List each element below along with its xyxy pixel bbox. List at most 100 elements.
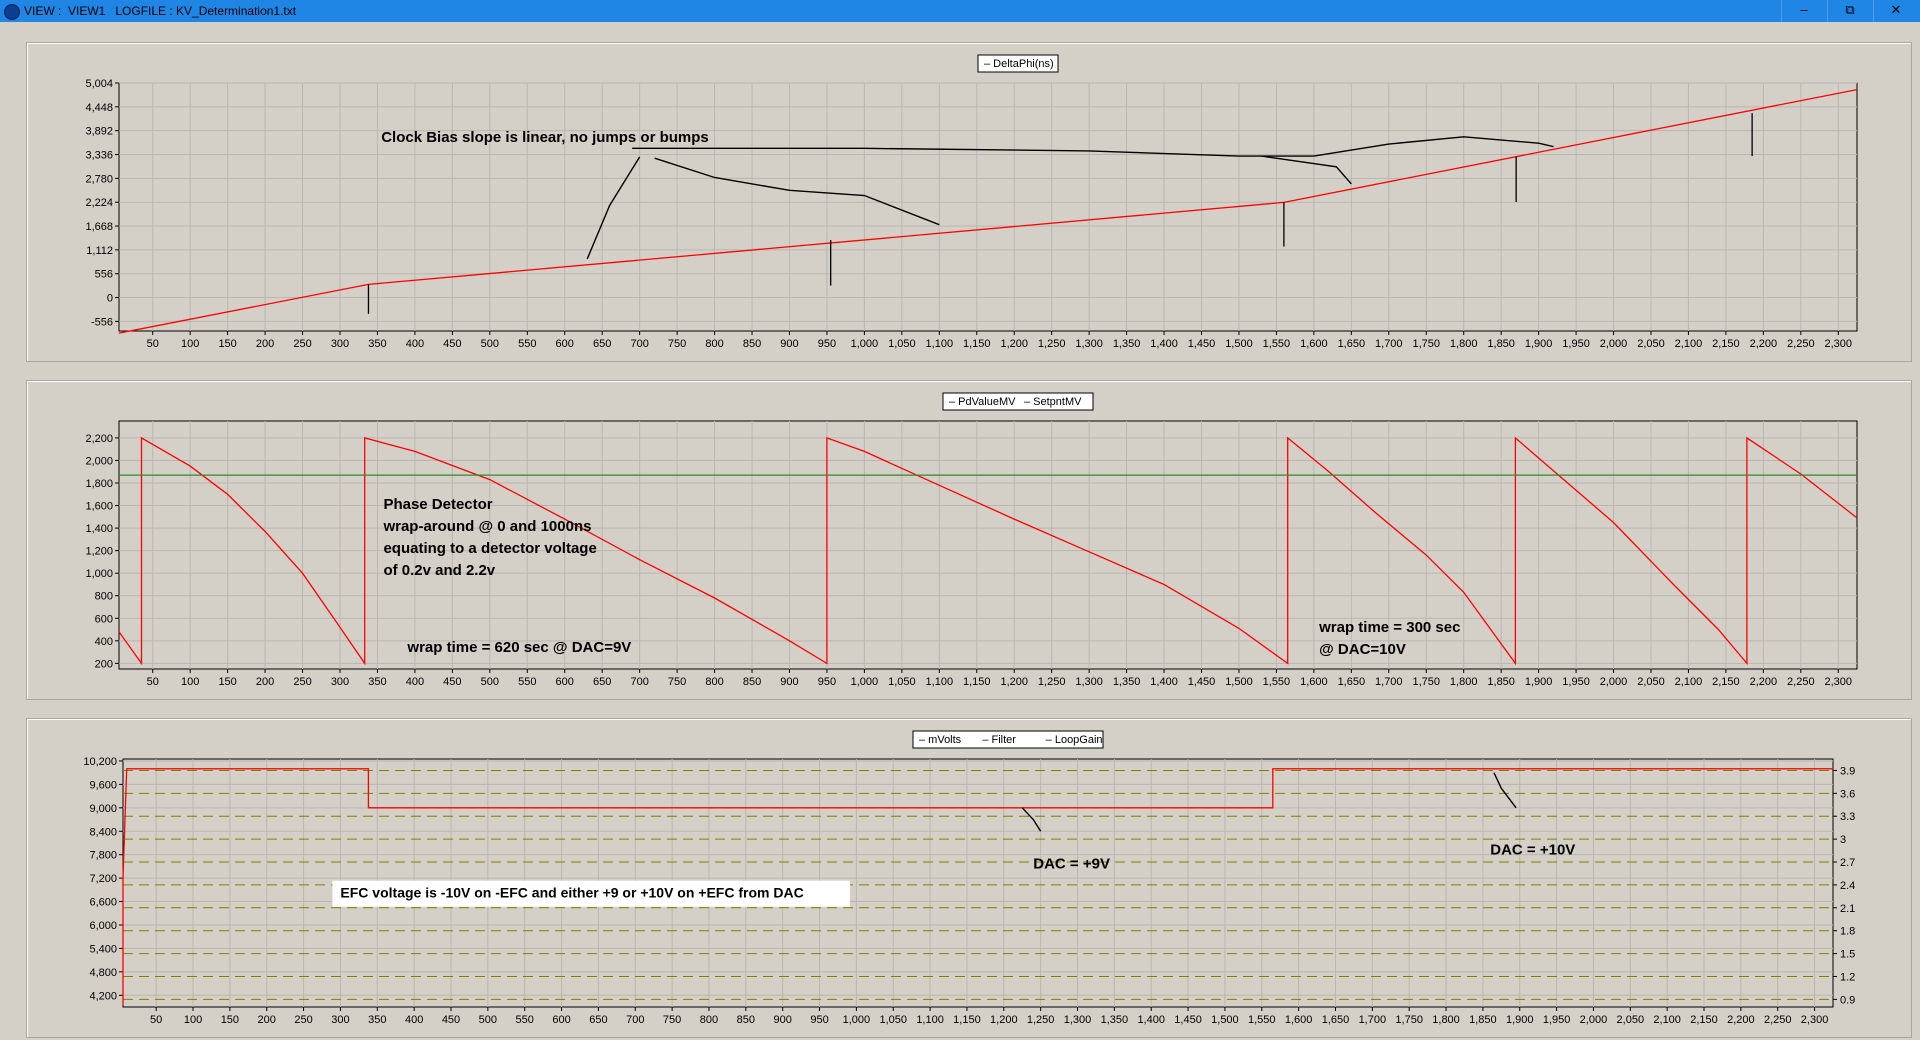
y-tick-label: 400 [95,636,113,648]
x-tick-label: 100 [181,676,199,688]
annotation-line: @ DAC=10V [1319,641,1406,658]
x-tick-label: 150 [218,676,236,688]
x-tick-label: 1,550 [1263,676,1291,688]
x-tick-label: 300 [331,676,349,688]
x-tick-label: 1,150 [963,338,991,350]
x-tick-label: 2,200 [1750,676,1778,688]
efc-chart: 50 100 150 200 250 300 350 400 450 500 550 600 650 70… [83,730,1855,1026]
x-tick-label: 1,750 [1412,338,1440,350]
x-tick-label: 2,150 [1712,676,1740,688]
x-tick-label: 1,550 [1263,338,1291,350]
x-tick-label: 400 [405,1014,423,1026]
x-tick-label: 1,550 [1248,1014,1276,1026]
y-tick-label: 1,200 [85,546,113,558]
x-tick-label: 2,300 [1825,676,1853,688]
y-tick-label: 9,000 [89,803,117,815]
y-tick-label: 7,800 [89,850,117,862]
y-tick-label: 3,892 [85,126,113,138]
x-tick-label: 200 [258,1014,276,1026]
y2-tick-label: 1.2 [1840,971,1855,983]
y2-tick-label: 0.9 [1840,994,1855,1006]
x-tick-label: 1,450 [1174,1014,1202,1026]
annotation-line: Phase Detector [383,496,492,513]
y-tick-label: 600 [95,613,113,625]
x-tick-label: 1,500 [1225,676,1253,688]
y-tick-label: 5,004 [85,78,113,90]
annotation-text: wrap time = 620 sec @ DAC=9V [406,639,631,656]
x-tick-label: 1,750 [1395,1014,1423,1026]
y-tick-label: 4,200 [89,990,117,1002]
x-tick-label: 600 [552,1014,570,1026]
x-tick-label: 2,050 [1637,676,1665,688]
x-tick-label: 900 [780,676,798,688]
x-tick-label: 1,900 [1506,1014,1534,1026]
x-tick-label: 2,300 [1801,1014,1829,1026]
x-tick-label: 1,300 [1075,338,1103,350]
legend-entry: – SetpntMV [1024,396,1082,408]
x-tick-label: 2,100 [1653,1014,1681,1026]
y-tick-label: 1,668 [85,221,113,233]
x-tick-label: 250 [293,338,311,350]
x-tick-label: 1,700 [1375,676,1403,688]
x-tick-label: 350 [368,676,386,688]
x-tick-label: 2,150 [1690,1014,1718,1026]
y-tick-label: 0 [107,293,113,305]
x-tick-label: 950 [810,1014,828,1026]
x-tick-label: 2,200 [1750,338,1778,350]
x-tick-label: 650 [593,338,611,350]
x-tick-label: 1,850 [1487,676,1515,688]
y-tick-label: 1,800 [85,478,113,490]
y-tick-label: 2,224 [85,197,113,209]
x-tick-label: 650 [589,1014,607,1026]
x-tick-label: 1,500 [1225,338,1253,350]
x-tick-label: 500 [479,1014,497,1026]
x-tick-label: 500 [481,676,499,688]
legend-entry: – DeltaPhi(ns) [984,58,1054,70]
x-tick-label: 1,950 [1562,676,1590,688]
x-tick-label: 450 [442,1014,460,1026]
x-tick-label: 2,050 [1617,1014,1645,1026]
x-tick-label: 1,100 [926,676,954,688]
close-button[interactable]: ✕ [1873,0,1918,22]
x-tick-label: 700 [630,676,648,688]
annotation-text: Clock Bias slope is linear, no jumps or … [381,129,709,146]
annotation-text: DAC = +10V [1490,842,1575,859]
maximize-button[interactable]: ⧉ [1827,0,1872,22]
x-tick-label: 950 [818,676,836,688]
legend-entry: – mVolts [919,734,962,746]
y2-tick-label: 3.6 [1840,788,1855,800]
y-tick-label: 4,448 [85,102,113,114]
x-tick-label: 1,600 [1300,338,1328,350]
x-tick-label: 750 [668,676,686,688]
x-tick-label: 1,300 [1064,1014,1092,1026]
x-tick-label: 2,300 [1825,338,1853,350]
x-tick-label: 1,000 [851,676,879,688]
x-tick-label: 100 [181,338,199,350]
x-tick-label: 350 [368,1014,386,1026]
x-tick-label: 1,650 [1338,338,1366,350]
window-titlebar: VIEW : VIEW1 LOGFILE : KV_Determination1… [0,0,1920,22]
x-tick-label: 550 [518,338,536,350]
x-tick-label: 1,000 [851,338,879,350]
plot-area [118,82,1858,332]
x-tick-label: 1,800 [1450,676,1478,688]
y-tick-label: 2,780 [85,173,113,185]
y-tick-label: 5,400 [89,943,117,955]
x-tick-label: 900 [780,338,798,350]
x-tick-label: 1,100 [926,338,954,350]
x-tick-label: 450 [443,676,461,688]
x-tick-label: 150 [221,1014,239,1026]
y-tick-label: -556 [91,316,113,328]
x-tick-label: 650 [593,676,611,688]
y-tick-label: 556 [95,269,113,281]
annotation-line: equating to a detector voltage [383,540,596,557]
y-tick-label: 8,400 [89,826,117,838]
y-tick-label: 2,200 [85,433,113,445]
x-tick-label: 600 [556,676,574,688]
x-tick-label: 600 [556,338,574,350]
y2-tick-label: 2.4 [1840,880,1855,892]
chart-panel-efc: 50 100 150 200 250 300 350 400 450 500 550 600 650 70… [26,718,1912,1038]
minimize-button[interactable]: – [1781,0,1826,22]
x-tick-label: 750 [668,338,686,350]
x-tick-label: 550 [518,676,536,688]
